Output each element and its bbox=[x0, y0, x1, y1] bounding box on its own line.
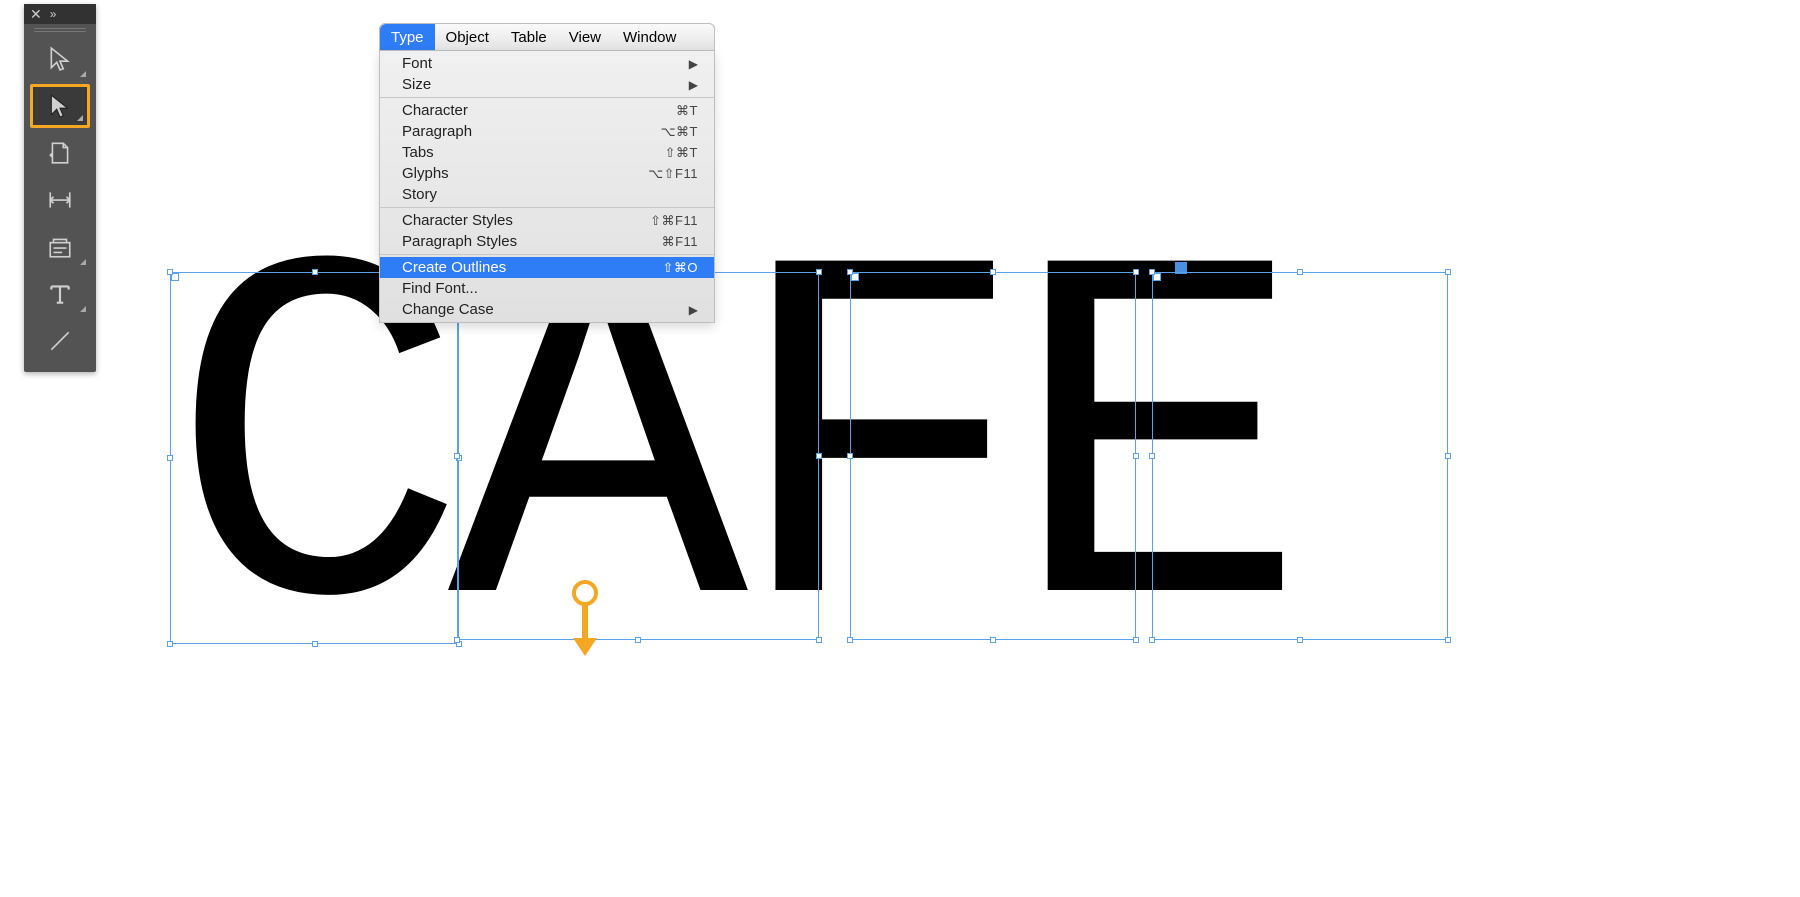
menu-item-label: Font bbox=[402, 55, 432, 72]
flyout-indicator-icon bbox=[80, 259, 86, 265]
selection-anchor[interactable] bbox=[1133, 453, 1139, 459]
direct-selection-tool[interactable] bbox=[30, 84, 90, 128]
menu-item-paragraph-styles[interactable]: Paragraph Styles ⌘F11 bbox=[380, 231, 714, 252]
menu-item-shortcut: ⌘F11 bbox=[662, 234, 698, 250]
selection-anchor[interactable] bbox=[1445, 453, 1451, 459]
menu-item-label: Create Outlines bbox=[402, 259, 506, 276]
menu-item-label: Tabs bbox=[402, 144, 434, 161]
selection-anchor[interactable] bbox=[456, 641, 462, 647]
selection-anchor[interactable] bbox=[635, 637, 641, 643]
annotation-circle-icon bbox=[572, 580, 598, 606]
menu-item-label: Change Case bbox=[402, 301, 494, 318]
line-tool[interactable] bbox=[30, 319, 90, 363]
selection-anchor[interactable] bbox=[1297, 637, 1303, 643]
selection-anchor[interactable] bbox=[312, 269, 318, 275]
selection-tool[interactable] bbox=[30, 37, 90, 81]
selection-anchor[interactable] bbox=[816, 269, 822, 275]
menu-table[interactable]: Table bbox=[500, 24, 558, 50]
type-tool[interactable] bbox=[30, 272, 90, 316]
menu-item-shortcut: ⌘T bbox=[676, 103, 698, 119]
selection-anchor[interactable] bbox=[454, 453, 460, 459]
menu-window[interactable]: Window bbox=[612, 24, 687, 50]
menu-item-story[interactable]: Story bbox=[380, 184, 714, 205]
menu-item-character[interactable]: Character ⌘T bbox=[380, 100, 714, 121]
selection-anchor[interactable] bbox=[816, 453, 822, 459]
menu-item-label: Character Styles bbox=[402, 212, 513, 229]
panel-header[interactable]: ✕ » bbox=[24, 4, 96, 24]
close-icon[interactable]: ✕ bbox=[30, 7, 42, 21]
menu-item-label: Story bbox=[402, 186, 437, 203]
glyph-bounding-box[interactable] bbox=[1152, 272, 1448, 640]
menu-item-label: Size bbox=[402, 76, 431, 93]
collapse-icon[interactable]: » bbox=[50, 8, 57, 20]
selection-anchor[interactable] bbox=[990, 637, 996, 643]
chevron-right-icon: ▶ bbox=[689, 78, 698, 92]
selection-anchor[interactable] bbox=[456, 455, 462, 461]
menu-item-change-case[interactable]: Change Case ▶ bbox=[380, 299, 714, 320]
selection-anchor[interactable] bbox=[1133, 269, 1139, 275]
menu-item-create-outlines[interactable]: Create Outlines ⇧⌘O bbox=[380, 257, 714, 278]
glyph-bounding-box[interactable] bbox=[850, 272, 1136, 640]
menu-item-find-font-[interactable]: Find Font... bbox=[380, 278, 714, 299]
menu-item-character-styles[interactable]: Character Styles ⇧⌘F11 bbox=[380, 210, 714, 231]
selection-anchor[interactable] bbox=[167, 269, 173, 275]
menu-item-shortcut: ⌥⌘T bbox=[661, 124, 698, 140]
selection-anchor[interactable] bbox=[816, 637, 822, 643]
gap-tool[interactable] bbox=[30, 178, 90, 222]
origin-marker bbox=[1175, 262, 1187, 274]
selection-anchor[interactable] bbox=[1133, 637, 1139, 643]
annotation-arrowhead-icon bbox=[573, 638, 597, 656]
chevron-right-icon: ▶ bbox=[689, 303, 698, 317]
flyout-indicator-icon bbox=[80, 306, 86, 312]
menu-item-size[interactable]: Size ▶ bbox=[380, 74, 714, 95]
selection-anchor[interactable] bbox=[1149, 453, 1155, 459]
menu-item-shortcut: ⇧⌘O bbox=[662, 260, 698, 276]
menu-type[interactable]: Type bbox=[380, 24, 435, 50]
selection-anchor[interactable] bbox=[847, 453, 853, 459]
menu-item-label: Character bbox=[402, 102, 468, 119]
menu-item-glyphs[interactable]: Glyphs ⌥⇧F11 bbox=[380, 163, 714, 184]
content-collector-tool[interactable] bbox=[30, 225, 90, 269]
menu-object[interactable]: Object bbox=[435, 24, 500, 50]
flyout-indicator-icon bbox=[77, 115, 83, 121]
selection-anchor[interactable] bbox=[1445, 269, 1451, 275]
selection-anchor[interactable] bbox=[847, 637, 853, 643]
selection-anchor[interactable] bbox=[167, 641, 173, 647]
menu-item-label: Find Font... bbox=[402, 280, 478, 297]
selection-anchor[interactable] bbox=[454, 637, 460, 643]
tutorial-annotation bbox=[572, 580, 598, 606]
page-tool[interactable] bbox=[30, 131, 90, 175]
menu-item-font[interactable]: Font ▶ bbox=[380, 53, 714, 74]
menu-item-tabs[interactable]: Tabs ⇧⌘T bbox=[380, 142, 714, 163]
chevron-right-icon: ▶ bbox=[689, 57, 698, 71]
selection-anchor[interactable] bbox=[1149, 637, 1155, 643]
annotation-arrow-shaft bbox=[582, 604, 588, 644]
menu-item-paragraph[interactable]: Paragraph ⌥⌘T bbox=[380, 121, 714, 142]
selection-anchor[interactable] bbox=[1149, 269, 1155, 275]
menu-item-label: Glyphs bbox=[402, 165, 449, 182]
outlined-text[interactable]: CAFE bbox=[168, 175, 1288, 741]
glyph-bounding-box[interactable] bbox=[170, 272, 459, 644]
panel-grip[interactable] bbox=[24, 24, 96, 34]
tools-panel: ✕ » bbox=[24, 4, 96, 372]
menu-item-label: Paragraph Styles bbox=[402, 233, 517, 250]
glyph-bounding-box[interactable] bbox=[457, 272, 819, 640]
menu-item-label: Paragraph bbox=[402, 123, 472, 140]
menu-item-shortcut: ⇧⌘T bbox=[665, 145, 698, 161]
canvas-area[interactable]: CAFE bbox=[0, 0, 1800, 897]
selection-anchor[interactable] bbox=[1297, 269, 1303, 275]
menu-view[interactable]: View bbox=[558, 24, 612, 50]
menu-bar: Type Object Table View Window bbox=[379, 23, 715, 51]
menu-item-shortcut: ⌥⇧F11 bbox=[648, 166, 698, 182]
selection-anchor[interactable] bbox=[312, 641, 318, 647]
menu-item-shortcut: ⇧⌘F11 bbox=[650, 213, 698, 229]
type-menu-dropdown: Font ▶ Size ▶ Character ⌘T Paragraph ⌥⌘T Tabs ⇧⌘T… bbox=[379, 51, 715, 323]
flyout-indicator-icon bbox=[80, 71, 86, 77]
selection-anchor[interactable] bbox=[167, 455, 173, 461]
selection-anchor[interactable] bbox=[1445, 637, 1451, 643]
selection-anchor[interactable] bbox=[990, 269, 996, 275]
selection-anchor[interactable] bbox=[847, 269, 853, 275]
